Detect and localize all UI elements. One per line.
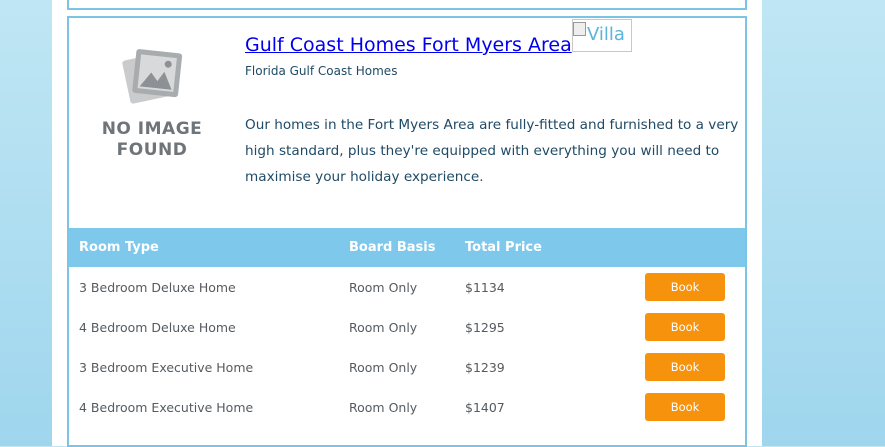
table-row: 4 Bedroom Deluxe Home Room Only $1295 Bo… (69, 307, 745, 347)
table-row: 3 Bedroom Executive Home Room Only $1239… (69, 347, 745, 387)
room-type-cell: 3 Bedroom Executive Home (79, 359, 254, 375)
header-room-type: Room Type (69, 228, 339, 267)
table-row: 4 Bedroom Executive Home Room Only $1407… (69, 387, 745, 427)
action-cell: Book (633, 387, 745, 427)
action-cell: Book (633, 307, 745, 347)
book-button[interactable]: Book (645, 313, 725, 341)
table-row: 3 Bedroom Deluxe Home Room Only $1134 Bo… (69, 267, 745, 307)
listing-card: NO IMAGE FOUND Gulf Coast Homes Fort Mye… (67, 16, 747, 447)
listing-subtitle: Florida Gulf Coast Homes (245, 64, 398, 78)
rooms-table: Room Type Board Basis Total Price 3 Bedr… (69, 228, 745, 427)
board-basis-cell: Room Only (349, 399, 418, 415)
book-button[interactable]: Book (645, 393, 725, 421)
room-type-cell: 4 Bedroom Executive Home (79, 399, 254, 415)
previous-listing-card (67, 0, 747, 10)
villa-image-broken: Villa (572, 19, 632, 52)
villa-image-alt: Villa (587, 24, 625, 45)
listing-title-link[interactable]: Gulf Coast Homes Fort Myers Area (245, 34, 572, 56)
no-image-text: NO IMAGE FOUND (101, 119, 203, 160)
listing-description: Our homes in the Fort Myers Area are ful… (245, 117, 739, 185)
action-cell: Book (633, 267, 745, 307)
header-action (633, 228, 745, 267)
header-total-price: Total Price (455, 228, 633, 267)
no-image-placeholder: NO IMAGE FOUND (96, 45, 212, 185)
photo-icon (122, 49, 183, 104)
price-cell: $1295 (465, 319, 505, 335)
table-header-row: Room Type Board Basis Total Price (69, 228, 745, 267)
book-button[interactable]: Book (645, 273, 725, 301)
room-type-cell: 4 Bedroom Deluxe Home (79, 319, 236, 335)
room-type-cell: 3 Bedroom Deluxe Home (79, 279, 236, 295)
board-basis-cell: Room Only (349, 359, 418, 375)
board-basis-cell: Room Only (349, 279, 418, 295)
book-button[interactable]: Book (645, 353, 725, 381)
broken-image-icon (573, 22, 586, 36)
price-cell: $1407 (465, 399, 505, 415)
price-cell: $1134 (465, 279, 505, 295)
board-basis-cell: Room Only (349, 319, 418, 335)
action-cell: Book (633, 347, 745, 387)
page-content: NO IMAGE FOUND Gulf Coast Homes Fort Mye… (52, 0, 762, 447)
header-board-basis: Board Basis (339, 228, 455, 267)
price-cell: $1239 (465, 359, 505, 375)
